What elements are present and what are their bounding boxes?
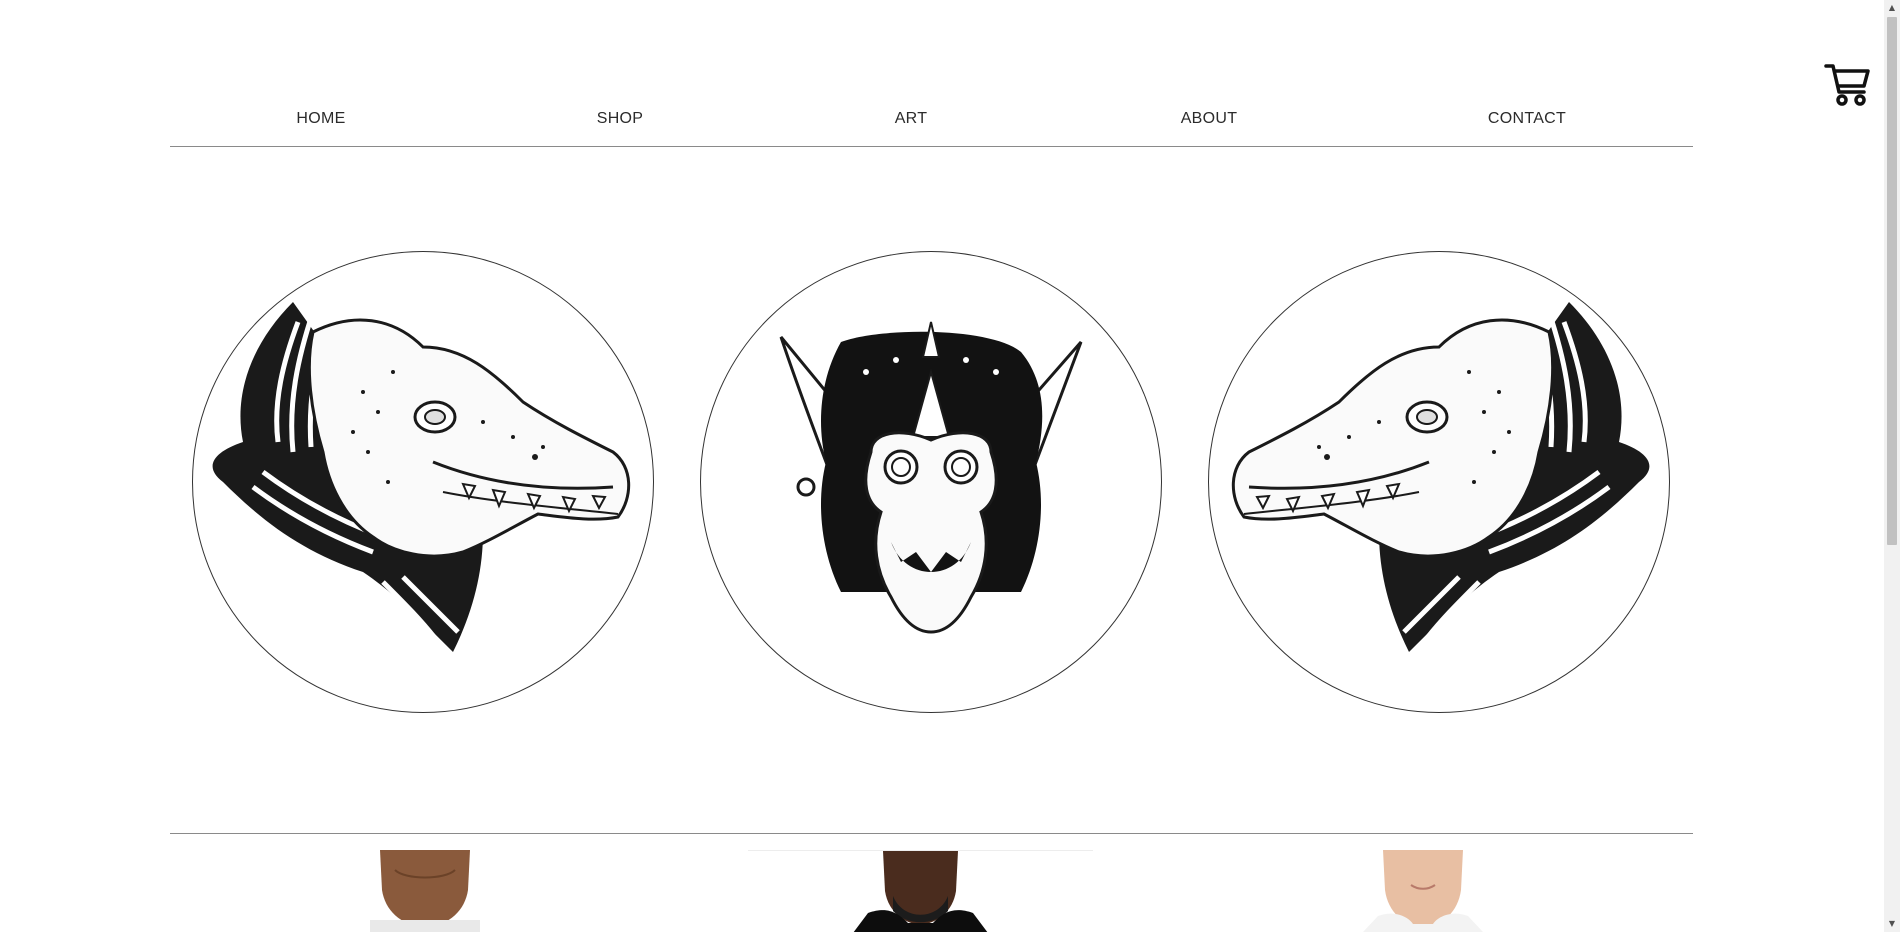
scroll-up-arrow-icon[interactable]: ▲ <box>1884 0 1900 16</box>
nav-item-contact[interactable]: CONTACT <box>1488 110 1566 128</box>
nav-item-about[interactable]: ABOUT <box>1181 110 1238 128</box>
nav-item-art[interactable]: ART <box>895 110 928 128</box>
gallery-image-crocodile[interactable] <box>192 251 654 713</box>
scrollbar-thumb[interactable] <box>1887 17 1897 545</box>
gallery-image-skull-creature[interactable] <box>700 251 1162 713</box>
scroll-down-arrow-icon[interactable]: ▼ <box>1884 916 1900 932</box>
product-image-back-view[interactable] <box>370 850 480 932</box>
page-scrollbar[interactable]: ▲ ▼ <box>1884 0 1900 932</box>
section-divider <box>170 833 1693 834</box>
page: HOME SHOP ART ABOUT CONTACT <box>0 0 1884 932</box>
product-image-black-hoodie[interactable] <box>748 850 1093 932</box>
nav-item-home[interactable]: HOME <box>296 110 345 128</box>
product-image-white-tshirt[interactable] <box>1363 850 1483 932</box>
main-navigation: HOME SHOP ART ABOUT CONTACT <box>170 100 1693 147</box>
gallery-image-crocodile-mirrored[interactable] <box>1208 251 1670 713</box>
nav-item-shop[interactable]: SHOP <box>597 110 644 128</box>
shopping-cart-icon[interactable] <box>1824 62 1872 108</box>
